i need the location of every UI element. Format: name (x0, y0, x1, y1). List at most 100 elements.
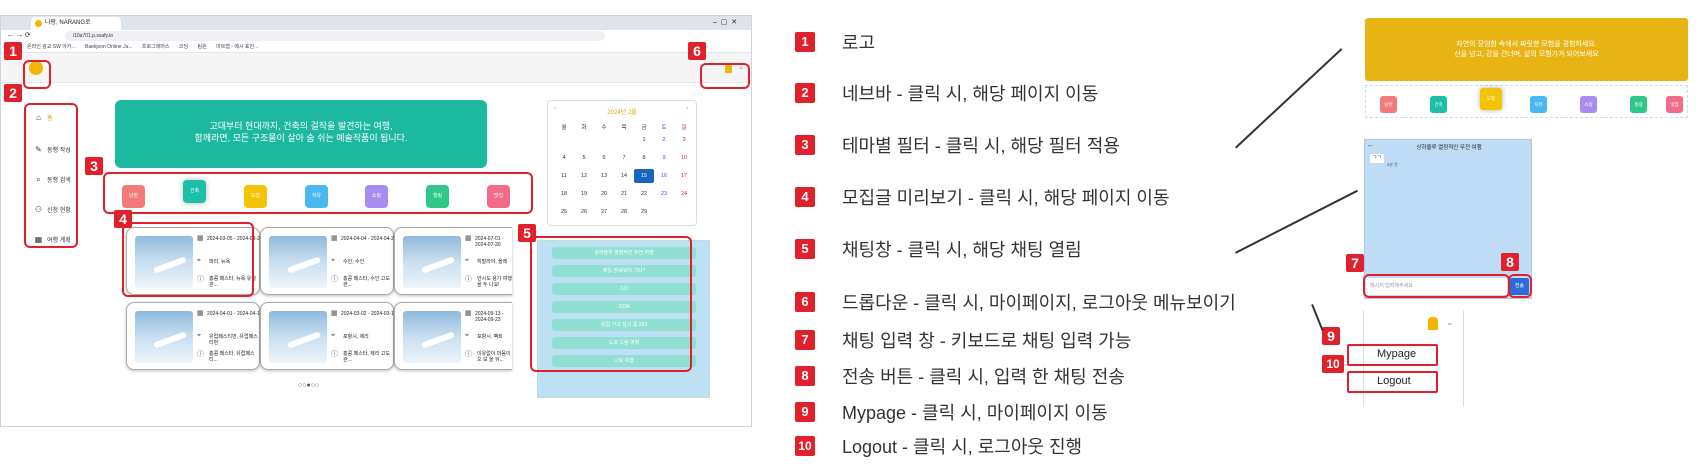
theme-chip-shopping[interactable]: 쇼핑 (1580, 96, 1597, 113)
connector-line (1235, 189, 1358, 254)
window-controls[interactable]: – ▢ ✕ (713, 18, 737, 26)
next-month-icon[interactable]: › (686, 106, 688, 112)
calendar-day[interactable]: 6 (594, 155, 614, 161)
browser-tab[interactable]: 나랑, NARANG로 (31, 17, 121, 30)
bookmark-item[interactable]: 온라인 광교 SW 아카... (27, 44, 76, 50)
calendar-weekday: 수 (601, 125, 607, 131)
calendar-day[interactable]: 21 (614, 191, 634, 197)
calendar-day[interactable]: 25 (554, 209, 574, 215)
annotation-number: 6 (688, 42, 706, 60)
calendar-day[interactable]: 1 (634, 137, 654, 143)
calendar-day[interactable]: 16 (654, 173, 674, 179)
url-field[interactable]: i10a701.p.ssafy.io (65, 31, 605, 41)
theme-chip-freedom[interactable]: 자유 (1530, 96, 1547, 113)
calendar-day[interactable]: 28 (614, 209, 634, 215)
prev-month-icon[interactable]: ‹ (554, 106, 556, 112)
calendar-day[interactable]: 23 (654, 191, 674, 197)
calendar-day[interactable]: 26 (574, 209, 594, 215)
bookmark-item[interactable]: 프로그래머스 (142, 44, 170, 50)
calendar-weekday: 목 (621, 125, 627, 131)
filter-preview-chips: 낭만 건축 모험 자유 쇼핑 힐링 맛집 (1365, 85, 1688, 118)
calendar-day[interactable]: 12 (574, 173, 594, 179)
favicon-icon (35, 20, 42, 27)
location-icon: ⌖ (331, 257, 335, 264)
calendar-day[interactable]: 4 (554, 155, 574, 161)
theme-chip-healing[interactable]: 힐링 (1630, 96, 1647, 113)
card-image (269, 311, 327, 363)
post-card[interactable]: ▦ 2024-09-13 - 2024-09-23 ⌖ 포항시, 팩트 ⓘ 이유… (394, 302, 512, 370)
theme-chip-romance[interactable]: 낭만 (1380, 96, 1397, 113)
card-location: 수인, 수인 (343, 259, 365, 265)
legend-number: 7 (795, 330, 815, 350)
bookmark-item[interactable]: 마트랩 - 메시 표전... (216, 44, 258, 50)
annotation-number: 9 (1322, 327, 1340, 345)
legend-text: 모집글 미리보기 - 클릭 시, 해당 페이지 이동 (842, 188, 1170, 208)
calendar-day[interactable]: 5 (574, 155, 594, 161)
calendar-day[interactable]: 18 (554, 191, 574, 197)
annotation-number: 1 (4, 42, 22, 60)
legend-text: 네브바 - 클릭 시, 해당 페이지 이동 (842, 84, 1099, 104)
calendar-weekday: 토 (661, 125, 667, 131)
calendar-day[interactable]: 8 (634, 155, 654, 161)
bookmark-item[interactable]: 코딩 (179, 44, 188, 50)
info-icon: ⓘ (331, 276, 338, 283)
chevron-down-icon[interactable]: ⌄ (1446, 317, 1454, 328)
post-card[interactable]: ▦ 2024-03-02 - 2024-03-12 ⌖ 포항시, 제리 ⓘ 홍콩… (260, 302, 397, 370)
calendar-day[interactable]: 9 (654, 155, 674, 161)
annotation-box-5 (530, 236, 692, 372)
calendar-icon: ▦ (465, 310, 472, 317)
annotation-box-10 (1347, 371, 1438, 393)
annotation-number: 2 (4, 84, 22, 102)
info-icon: ⓘ (465, 276, 472, 283)
airplane-icon (420, 331, 456, 349)
calendar-day[interactable]: 2 (654, 137, 674, 143)
calendar-day[interactable]: 11 (554, 173, 574, 179)
post-card[interactable]: ▦ 2024-07-01 - 2024-07-30 ⌖ 히말라야, 올레 ⓘ 안… (394, 227, 512, 295)
tab-title: 나랑, NARANG로 (45, 20, 91, 26)
calendar-day[interactable]: 17 (674, 173, 694, 179)
calendar-day[interactable]: 29 (634, 209, 654, 215)
calendar-icon: ▦ (331, 235, 338, 242)
bookmark-item[interactable]: Baekjoon Online Ju... (85, 44, 133, 50)
calendar-day[interactable]: 7 (614, 155, 634, 161)
profile-icon[interactable] (1428, 317, 1438, 330)
calendar-day[interactable]: 22 (634, 191, 654, 197)
bookmark-item[interactable]: 팀원 (198, 44, 207, 50)
legend-number: 4 (795, 187, 815, 207)
theme-chip-adventure[interactable]: 모험 (1480, 88, 1502, 110)
connector-line (1311, 304, 1324, 331)
calendar-day[interactable]: 24 (674, 191, 694, 197)
calendar-icon: ▦ (197, 310, 204, 317)
legend-text: 테마별 필터 - 클릭 시, 해당 필터 적용 (842, 136, 1120, 156)
card-location: 유럽페스티번, 유럽페스티번 (209, 334, 258, 346)
calendar-day[interactable]: 27 (594, 209, 614, 215)
theme-chip-architecture[interactable]: 건축 (1430, 96, 1447, 113)
calendar-day[interactable]: 14 (614, 173, 634, 179)
info-icon: ⓘ (331, 351, 338, 358)
nav-arrows-icon[interactable]: ← → ⟳ (7, 30, 31, 42)
post-card[interactable]: ▦ 2024-04-04 - 2024-04-20 ⌖ 수인, 수인 ⓘ 홍콩 … (260, 227, 397, 295)
annotation-box-4 (122, 222, 254, 297)
card-description: 이유없이 마음이 오 보 을 뒤... (477, 351, 511, 363)
calendar-day[interactable]: 20 (594, 191, 614, 197)
legend-number: 2 (795, 83, 815, 103)
annotation-box-6 (700, 63, 750, 89)
post-card[interactable]: ▦ 2024-04-01 - 2024-04-10 ⌖ 유럽페스티번, 유럽페스… (126, 302, 263, 370)
annotation-number: 4 (114, 210, 132, 228)
calendar-weekday: 화 (581, 125, 587, 131)
calendar-day[interactable]: 13 (594, 173, 614, 179)
theme-chip-food[interactable]: 맛집 (1666, 96, 1683, 113)
calendar-day[interactable]: 19 (574, 191, 594, 197)
chat-message-time: 5분 전 (1387, 162, 1398, 167)
calendar-day[interactable]: 10 (674, 155, 694, 161)
legend-number: 10 (795, 436, 815, 456)
location-icon: ⌖ (197, 332, 201, 339)
legend-text: 채팅창 - 클릭 시, 해당 채팅 열림 (842, 240, 1082, 260)
card-image (403, 311, 461, 363)
calendar-weekday: 일 (681, 125, 687, 131)
pagination-dots[interactable]: ○○●○○ (298, 382, 319, 389)
calendar-day[interactable]: 3 (674, 137, 694, 143)
annotation-number: 3 (85, 157, 103, 175)
calendar-day[interactable]: 15 (634, 169, 654, 183)
card-description: 안시도 용가 여행을 두 나요! (477, 276, 512, 288)
